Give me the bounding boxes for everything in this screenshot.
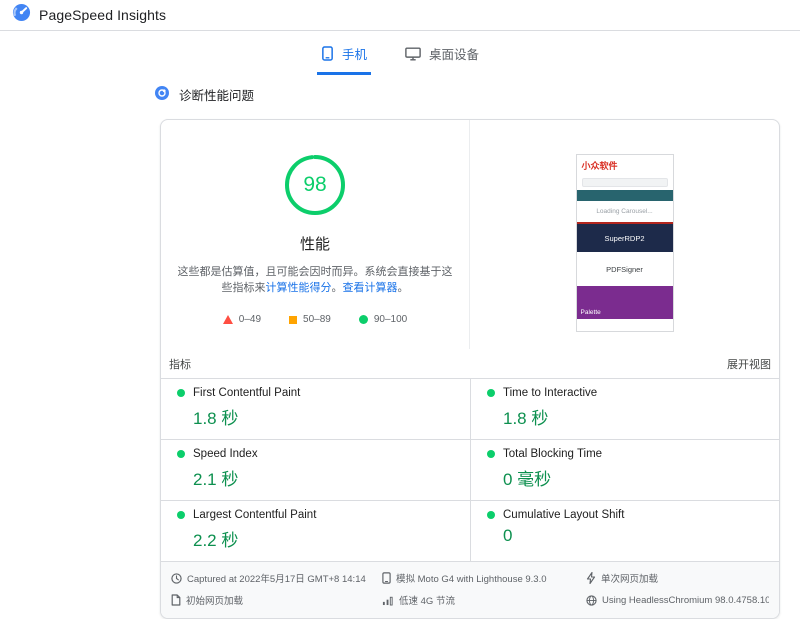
metrics-header-row: 指标 展开视图 [161,349,779,378]
legend-average-range: 50–89 [303,314,331,325]
metric-total-blocking-time: Total Blocking Time 0 毫秒 [470,439,779,500]
thumb-loading-text: Loading Carousel... [596,208,653,215]
env-single-page-load-text: 单次网页加载 [601,574,659,585]
thumb-site-logo: 小众软件 [581,161,618,171]
thumb-nav-bar [576,190,673,201]
thumb-search-bar [581,178,668,187]
metric-status-dot [487,389,495,397]
smartphone-icon [321,46,334,61]
score-description-period-2: 。 [397,282,409,294]
pass-circle-icon [358,315,368,324]
legend-pass-range: 90–100 [373,314,408,325]
smartphone-icon [382,572,391,584]
desktop-icon [405,47,421,61]
metric-speed-index: Speed Index 2.1 秒 [161,439,470,500]
thumb-bottom-area [576,319,673,331]
env-single-page-load: 单次网页加载 [586,571,769,585]
globe-icon [586,594,597,606]
metric-value: 0 [503,526,513,545]
metrics-grid: First Contentful Paint 1.8 秒 Time to Int… [161,378,779,561]
env-captured-at-text: Captured at 2022年5月17日 GMT+8 14:14 [187,574,366,585]
metric-status-dot [177,389,185,397]
metric-value: 0 毫秒 [503,470,552,489]
metric-name: Total Blocking Time [503,448,603,460]
tab-mobile-label: 手机 [341,48,367,62]
thumb-post-block-1: SuperRDP2 [576,222,673,252]
metric-name: First Contentful Paint [193,387,301,399]
score-description: 这些都是估算值，且可能会因时而异。系统会直接基于这些指标来计算性能得分。查看计算… [176,264,454,296]
legend-item-average: 50–89 [289,314,331,325]
diagnose-section-header: 诊断性能问题 [155,85,800,104]
env-browser-version: Using HeadlessChromium 98.0.4758.102 wit… [586,593,769,607]
thumb-post-block-2: PDFSigner [576,252,673,286]
env-emulated-device: 模拟 Moto G4 with Lighthouse 9.3.0 [382,571,580,585]
metric-value: 1.8 秒 [193,409,239,428]
performance-report-card: 98 性能 这些都是估算值，且可能会因时而异。系统会直接基于这些指标来计算性能得… [160,119,780,619]
metric-status-dot [487,511,495,519]
app-title: PageSpeed Insights [39,7,167,23]
env-network-throttle: 低速 4G 节流 [382,593,580,607]
page-icon [171,594,181,606]
pagespeed-logo-icon [12,3,31,27]
legend-item-pass: 90–100 [358,314,408,325]
legend-item-fail: 0–49 [222,314,262,325]
env-captured-at: Captured at 2022年5月17日 GMT+8 14:14 [171,571,376,585]
metrics-title: 指标 [169,359,191,371]
tab-desktop-label: 桌面设备 [429,48,480,62]
legend-fail-range: 0–49 [238,314,262,325]
score-description-period: 。 [331,282,343,294]
metric-name: Largest Contentful Paint [193,509,317,521]
metric-largest-contentful-paint: Largest Contentful Paint 2.2 秒 [161,500,470,561]
performance-score-value: 98 [303,173,327,196]
metric-time-to-interactive: Time to Interactive 1.8 秒 [470,378,779,439]
screenshot-column: 小众软件 Loading Carousel... SuperRDP2 PDFSi… [469,120,779,349]
metric-status-dot [177,511,185,519]
env-emulated-device-text: 模拟 Moto G4 with Lighthouse 9.3.0 [396,574,547,585]
network-icon [382,595,394,606]
section-title: 诊断性能问题 [179,89,255,103]
diagnose-icon [155,86,169,103]
env-browser-version-text: Using HeadlessChromium 98.0.4758.102 wit… [602,594,769,606]
tab-mobile[interactable]: 手机 [316,40,371,75]
performance-category-label: 性能 [299,236,330,253]
metric-cumulative-layout-shift: Cumulative Layout Shift 0 [470,500,779,561]
final-screenshot-thumbnail[interactable]: 小众软件 Loading Carousel... SuperRDP2 PDFSi… [575,154,674,332]
metric-value: 2.1 秒 [193,470,239,489]
average-square-icon [289,315,298,324]
score-legend: 0–49 50–89 90–100 [222,314,408,325]
score-and-screenshot: 98 性能 这些都是估算值，且可能会因时而异。系统会直接基于这些指标来计算性能得… [161,120,779,349]
env-initial-page-load-text: 初始网页加载 [186,596,244,607]
view-calculator-link[interactable]: 查看计算器 [343,282,398,294]
metric-first-contentful-paint: First Contentful Paint 1.8 秒 [161,378,470,439]
tab-desktop[interactable]: 桌面设备 [401,40,483,75]
env-initial-page-load: 初始网页加载 [171,593,376,607]
clock-icon [171,572,182,584]
expand-view-button[interactable]: 展开视图 [727,356,771,372]
device-tabs: 手机 桌面设备 [0,40,800,75]
metric-name: Speed Index [193,448,258,460]
app-header: PageSpeed Insights [0,0,800,31]
metric-value: 1.8 秒 [503,409,549,428]
test-environment-bar: Captured at 2022年5月17日 GMT+8 14:14 模拟 Mo… [161,561,779,618]
metric-name: Cumulative Layout Shift [503,509,625,521]
env-network-throttle-text: 低速 4G 节流 [399,596,455,607]
calc-score-link[interactable]: 计算性能得分 [266,282,332,294]
lightning-icon [586,572,596,584]
metric-status-dot [487,450,495,458]
metric-status-dot [177,450,185,458]
metric-name: Time to Interactive [503,387,598,399]
performance-score-gauge: 98 [283,153,347,217]
thumb-post-block-3: Palette [576,286,673,319]
metric-value: 2.2 秒 [193,531,239,550]
score-column: 98 性能 这些都是估算值，且可能会因时而异。系统会直接基于这些指标来计算性能得… [161,120,469,349]
fail-triangle-icon [222,315,233,324]
